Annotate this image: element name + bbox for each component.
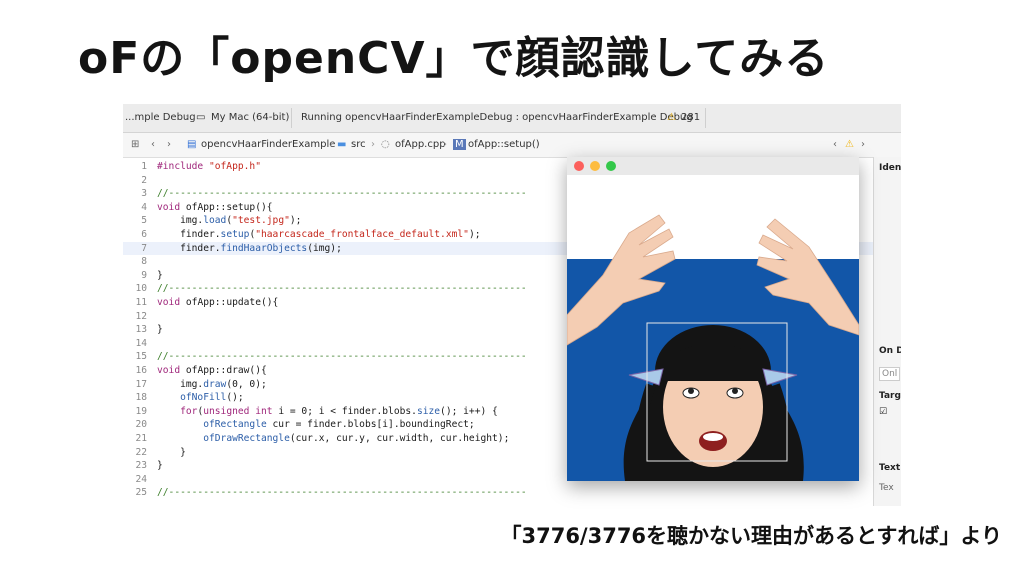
chevron-right-icon[interactable]: › — [861, 139, 865, 150]
mac-icon: ▭ — [196, 112, 206, 123]
line-number: 15 — [135, 351, 147, 363]
face-detection-photo — [567, 175, 859, 481]
line-number: 13 — [135, 324, 147, 336]
activity-status: Running opencvHaarFinderExampleDebug : o… — [301, 112, 693, 123]
code-text: void ofApp::draw(){ — [157, 365, 267, 376]
line-number: 17 — [135, 378, 147, 390]
toolbar-divider — [705, 108, 706, 128]
line-number: 18 — [135, 392, 147, 404]
slide-title: oFの「openCV」で顔認識してみる — [78, 33, 830, 84]
code-text: } — [157, 446, 186, 458]
related-items-grid-icon[interactable]: ⊞ — [131, 139, 139, 150]
line-number: 20 — [135, 419, 147, 431]
slide-caption: 「3776/3776を聴かない理由があるとすれば」より — [500, 524, 1002, 548]
line-number: 2 — [141, 174, 147, 186]
target-checkbox[interactable]: ☑ — [879, 407, 887, 417]
jumpbar-project[interactable]: opencvHaarFinderExample — [201, 139, 335, 150]
line-number: 4 — [141, 201, 147, 213]
line-number: 25 — [135, 487, 147, 499]
warning-icon[interactable]: ⚠ — [667, 112, 676, 123]
code-text: //--------------------------------------… — [157, 188, 527, 200]
code-text: ofDrawRectangle(cur.x, cur.y, cur.width,… — [203, 433, 510, 444]
code-text: void ofApp::update(){ — [157, 297, 279, 308]
xcode-toolbar: ...mple Debug › ▭ My Mac (64-bit) Runnin… — [123, 104, 901, 133]
zoom-button[interactable] — [606, 161, 616, 171]
line-number: 24 — [135, 473, 147, 485]
warning-count[interactable]: 281 — [681, 112, 700, 123]
code-text: finder.setup("haarcascade_frontalface_de… — [157, 229, 481, 240]
code-text: ofNoFill(); — [180, 392, 244, 404]
line-number: 9 — [141, 269, 147, 281]
line-number: 12 — [135, 310, 147, 322]
code-text: img.load("test.jpg"); — [157, 215, 302, 227]
chevron-left-icon[interactable]: ‹ — [833, 139, 837, 150]
destination-selector[interactable]: My Mac (64-bit) — [211, 112, 289, 123]
back-arrow-icon[interactable]: ‹ — [151, 139, 155, 150]
line-number: 16 — [135, 365, 147, 376]
app-title-bar — [567, 157, 859, 176]
forward-arrow-icon[interactable]: › — [167, 139, 171, 150]
code-text: #include "ofApp.h" — [157, 161, 261, 172]
inspector-target-label: Targe — [879, 391, 901, 401]
chevron-right-icon: › — [371, 139, 375, 150]
line-number: 1 — [141, 161, 147, 172]
line-number: 3 — [141, 188, 147, 200]
code-text: void ofApp::setup(){ — [157, 201, 273, 213]
jumpbar-symbol[interactable]: ofApp::setup() — [468, 139, 540, 150]
toolbar-divider — [291, 108, 292, 128]
inspector-identity-label: Ident — [879, 163, 901, 173]
line-number: 19 — [135, 405, 147, 417]
inspector-panel: Ident On D Onl Targe ☑ Text Tex — [873, 157, 901, 506]
code-text: //--------------------------------------… — [157, 351, 527, 363]
line-number: 6 — [141, 229, 147, 240]
inspector-text-label: Text — [879, 463, 901, 473]
code-text: //--------------------------------------… — [157, 487, 527, 499]
cpp-file-icon: ◌ — [381, 139, 390, 150]
code-text: img.draw(0, 0); — [157, 378, 267, 390]
code-text: ofRectangle cur = finder.blobs[i].boundi… — [203, 419, 475, 431]
method-icon: M — [453, 139, 466, 150]
issue-warning-icon[interactable]: ⚠ — [845, 139, 854, 150]
code-line[interactable]: 25 //------------------------------------… — [123, 486, 873, 500]
code-text: } — [157, 269, 163, 281]
line-number: 5 — [141, 215, 147, 227]
chevron-right-icon: › — [329, 139, 333, 150]
chevron-right-icon: › — [185, 112, 189, 123]
line-number: 14 — [135, 337, 147, 349]
chevron-right-icon: › — [443, 139, 447, 150]
line-number: 11 — [135, 297, 147, 308]
folder-icon: ▬ — [337, 139, 347, 150]
code-text: } — [157, 324, 163, 336]
code-text: //--------------------------------------… — [157, 283, 527, 295]
app-window — [567, 157, 859, 481]
jumpbar-folder[interactable]: src — [351, 139, 366, 150]
close-button[interactable] — [574, 161, 584, 171]
project-icon: ▤ — [187, 139, 197, 150]
line-number: 8 — [141, 256, 147, 268]
code-text: for(unsigned int i = 0; i < finder.blobs… — [157, 405, 498, 417]
code-text: finder.findHaarObjects(img); — [157, 242, 342, 254]
jump-bar: ⊞ ‹ › ▤ opencvHaarFinderExample › ▬ src … — [123, 133, 901, 158]
line-number: 21 — [135, 433, 147, 444]
inspector-on-demand-label: On D — [879, 346, 901, 356]
line-number: 7 — [141, 242, 147, 254]
code-text: } — [157, 460, 163, 472]
line-number: 23 — [135, 460, 147, 472]
jumpbar-file[interactable]: ofApp.cpp — [395, 139, 446, 150]
minimize-button[interactable] — [590, 161, 600, 171]
line-number: 22 — [135, 446, 147, 458]
text-encoding-field[interactable]: Tex — [879, 483, 894, 493]
on-demand-field[interactable]: Onl — [879, 367, 901, 381]
line-number: 10 — [135, 283, 147, 295]
